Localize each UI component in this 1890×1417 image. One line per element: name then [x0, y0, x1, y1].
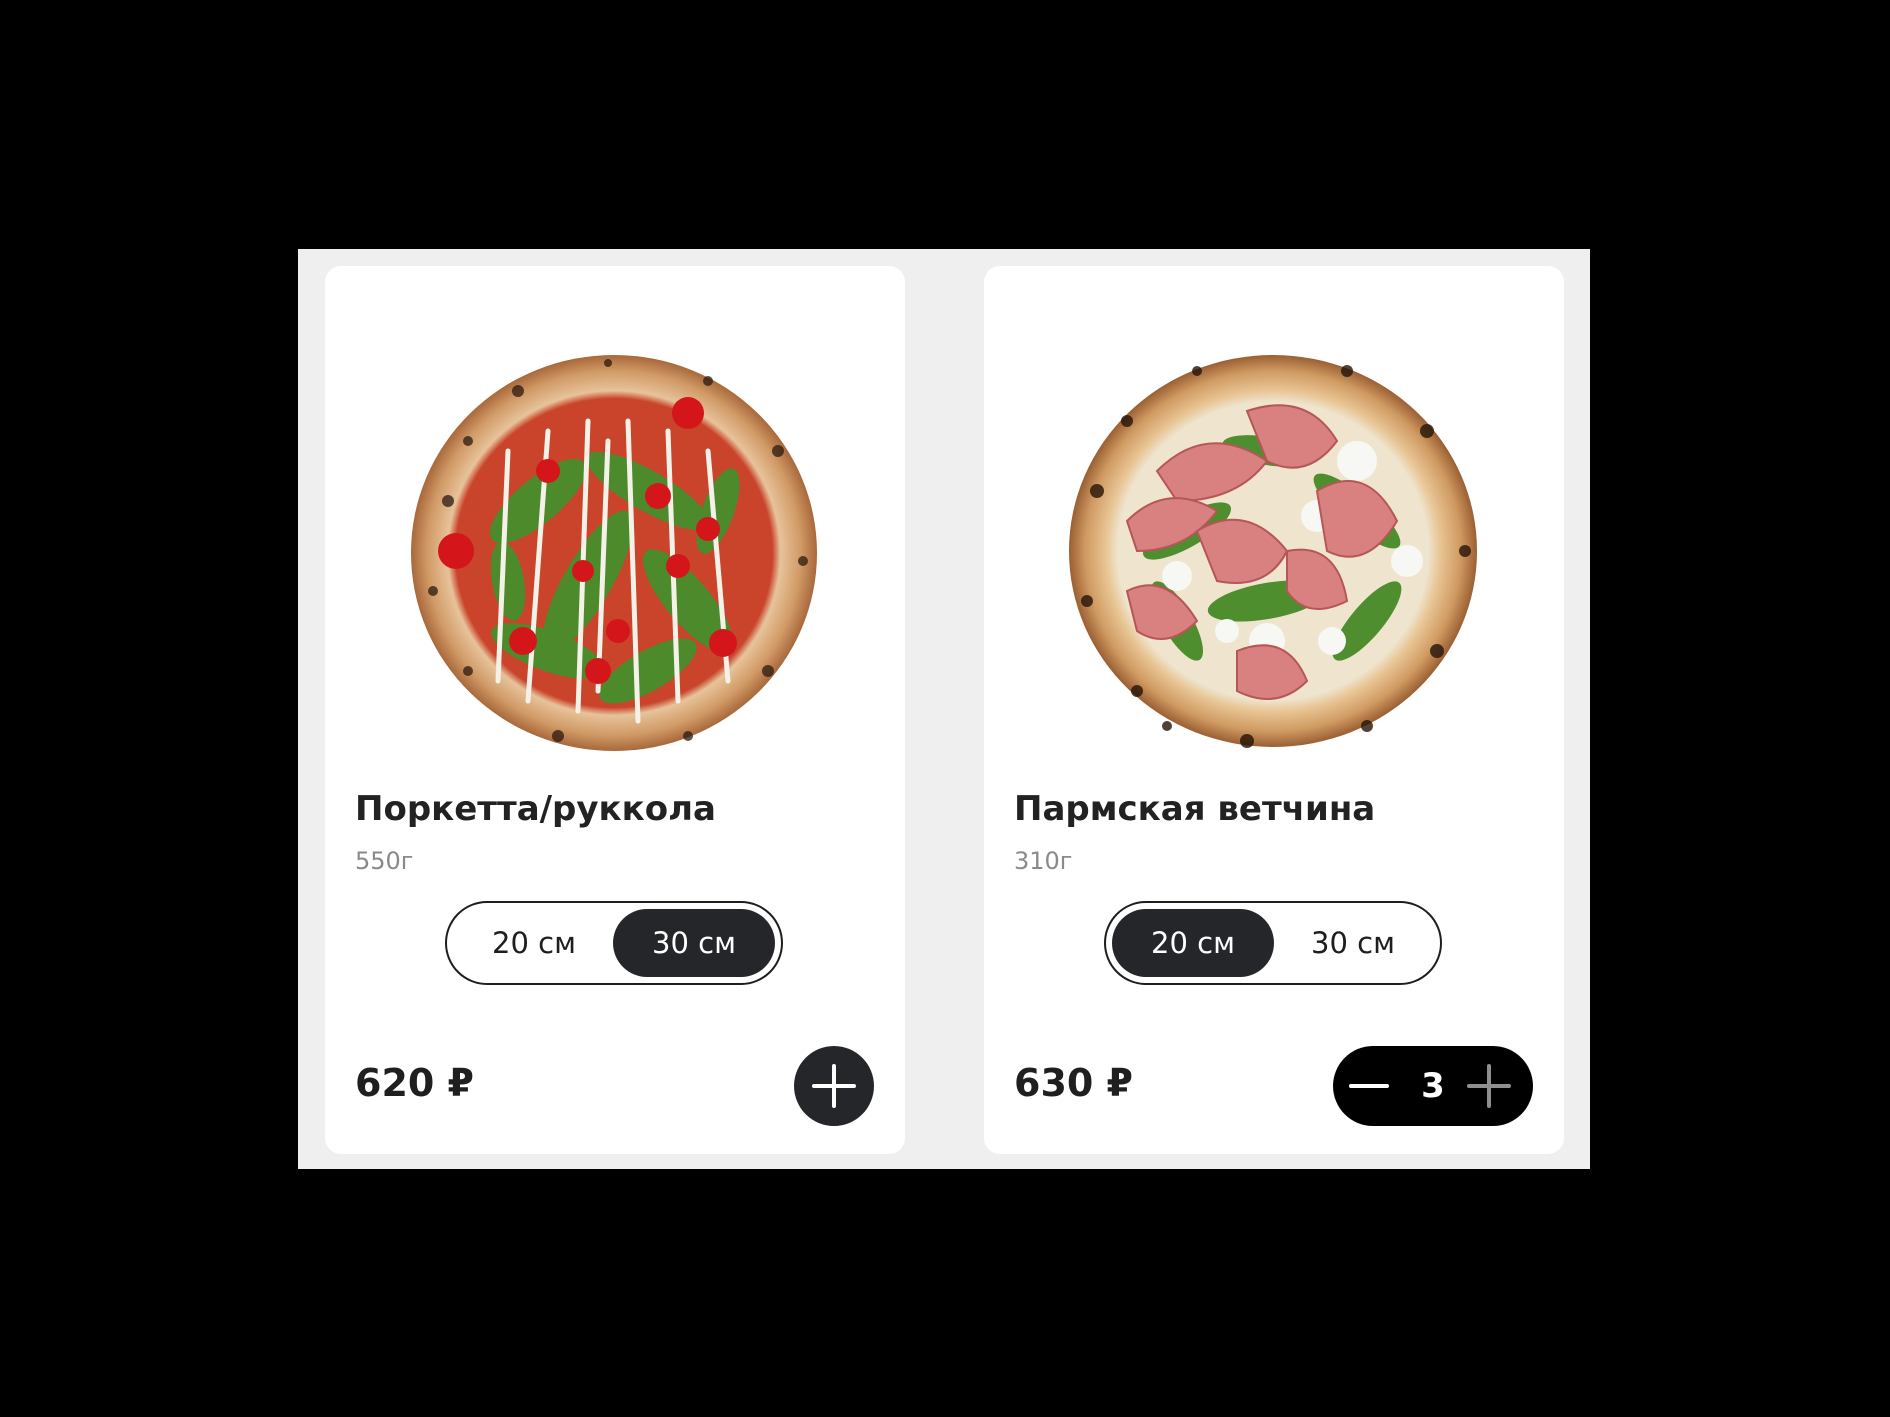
minus-icon	[1349, 1084, 1389, 1088]
pizza-parma-image	[1067, 351, 1479, 756]
size-option-30cm[interactable]: 30 см	[1272, 909, 1434, 977]
plus-icon	[812, 1064, 856, 1108]
quantity-stepper: 3	[1333, 1046, 1533, 1126]
product-card: Поркетта/руккола 550г 20 см 30 см 620 ₽	[325, 266, 905, 1154]
add-to-cart-button[interactable]	[794, 1046, 874, 1126]
size-toggle: 20 см 30 см	[1104, 901, 1442, 985]
product-title: Поркетта/руккола	[355, 789, 716, 829]
size-toggle: 20 см 30 см	[445, 901, 783, 985]
product-card: Пармская ветчина 310г 20 см 30 см 630 ₽ …	[984, 266, 1564, 1154]
quantity-value: 3	[1421, 1066, 1445, 1106]
product-grid: Поркетта/руккола 550г 20 см 30 см 620 ₽	[298, 249, 1590, 1169]
product-price: 630 ₽	[1014, 1061, 1133, 1105]
product-price: 620 ₽	[355, 1061, 474, 1105]
product-title: Пармская ветчина	[1014, 789, 1376, 829]
product-weight: 550г	[355, 847, 414, 875]
decrease-quantity-button[interactable]	[1349, 1066, 1389, 1106]
size-option-20cm[interactable]: 20 см	[453, 909, 615, 977]
size-option-30cm[interactable]: 30 см	[613, 909, 775, 977]
size-option-20cm[interactable]: 20 см	[1112, 909, 1274, 977]
increase-quantity-button[interactable]	[1467, 1064, 1511, 1108]
plus-icon	[1467, 1064, 1511, 1108]
pizza-arugula-image	[408, 351, 820, 756]
product-weight: 310г	[1014, 847, 1073, 875]
